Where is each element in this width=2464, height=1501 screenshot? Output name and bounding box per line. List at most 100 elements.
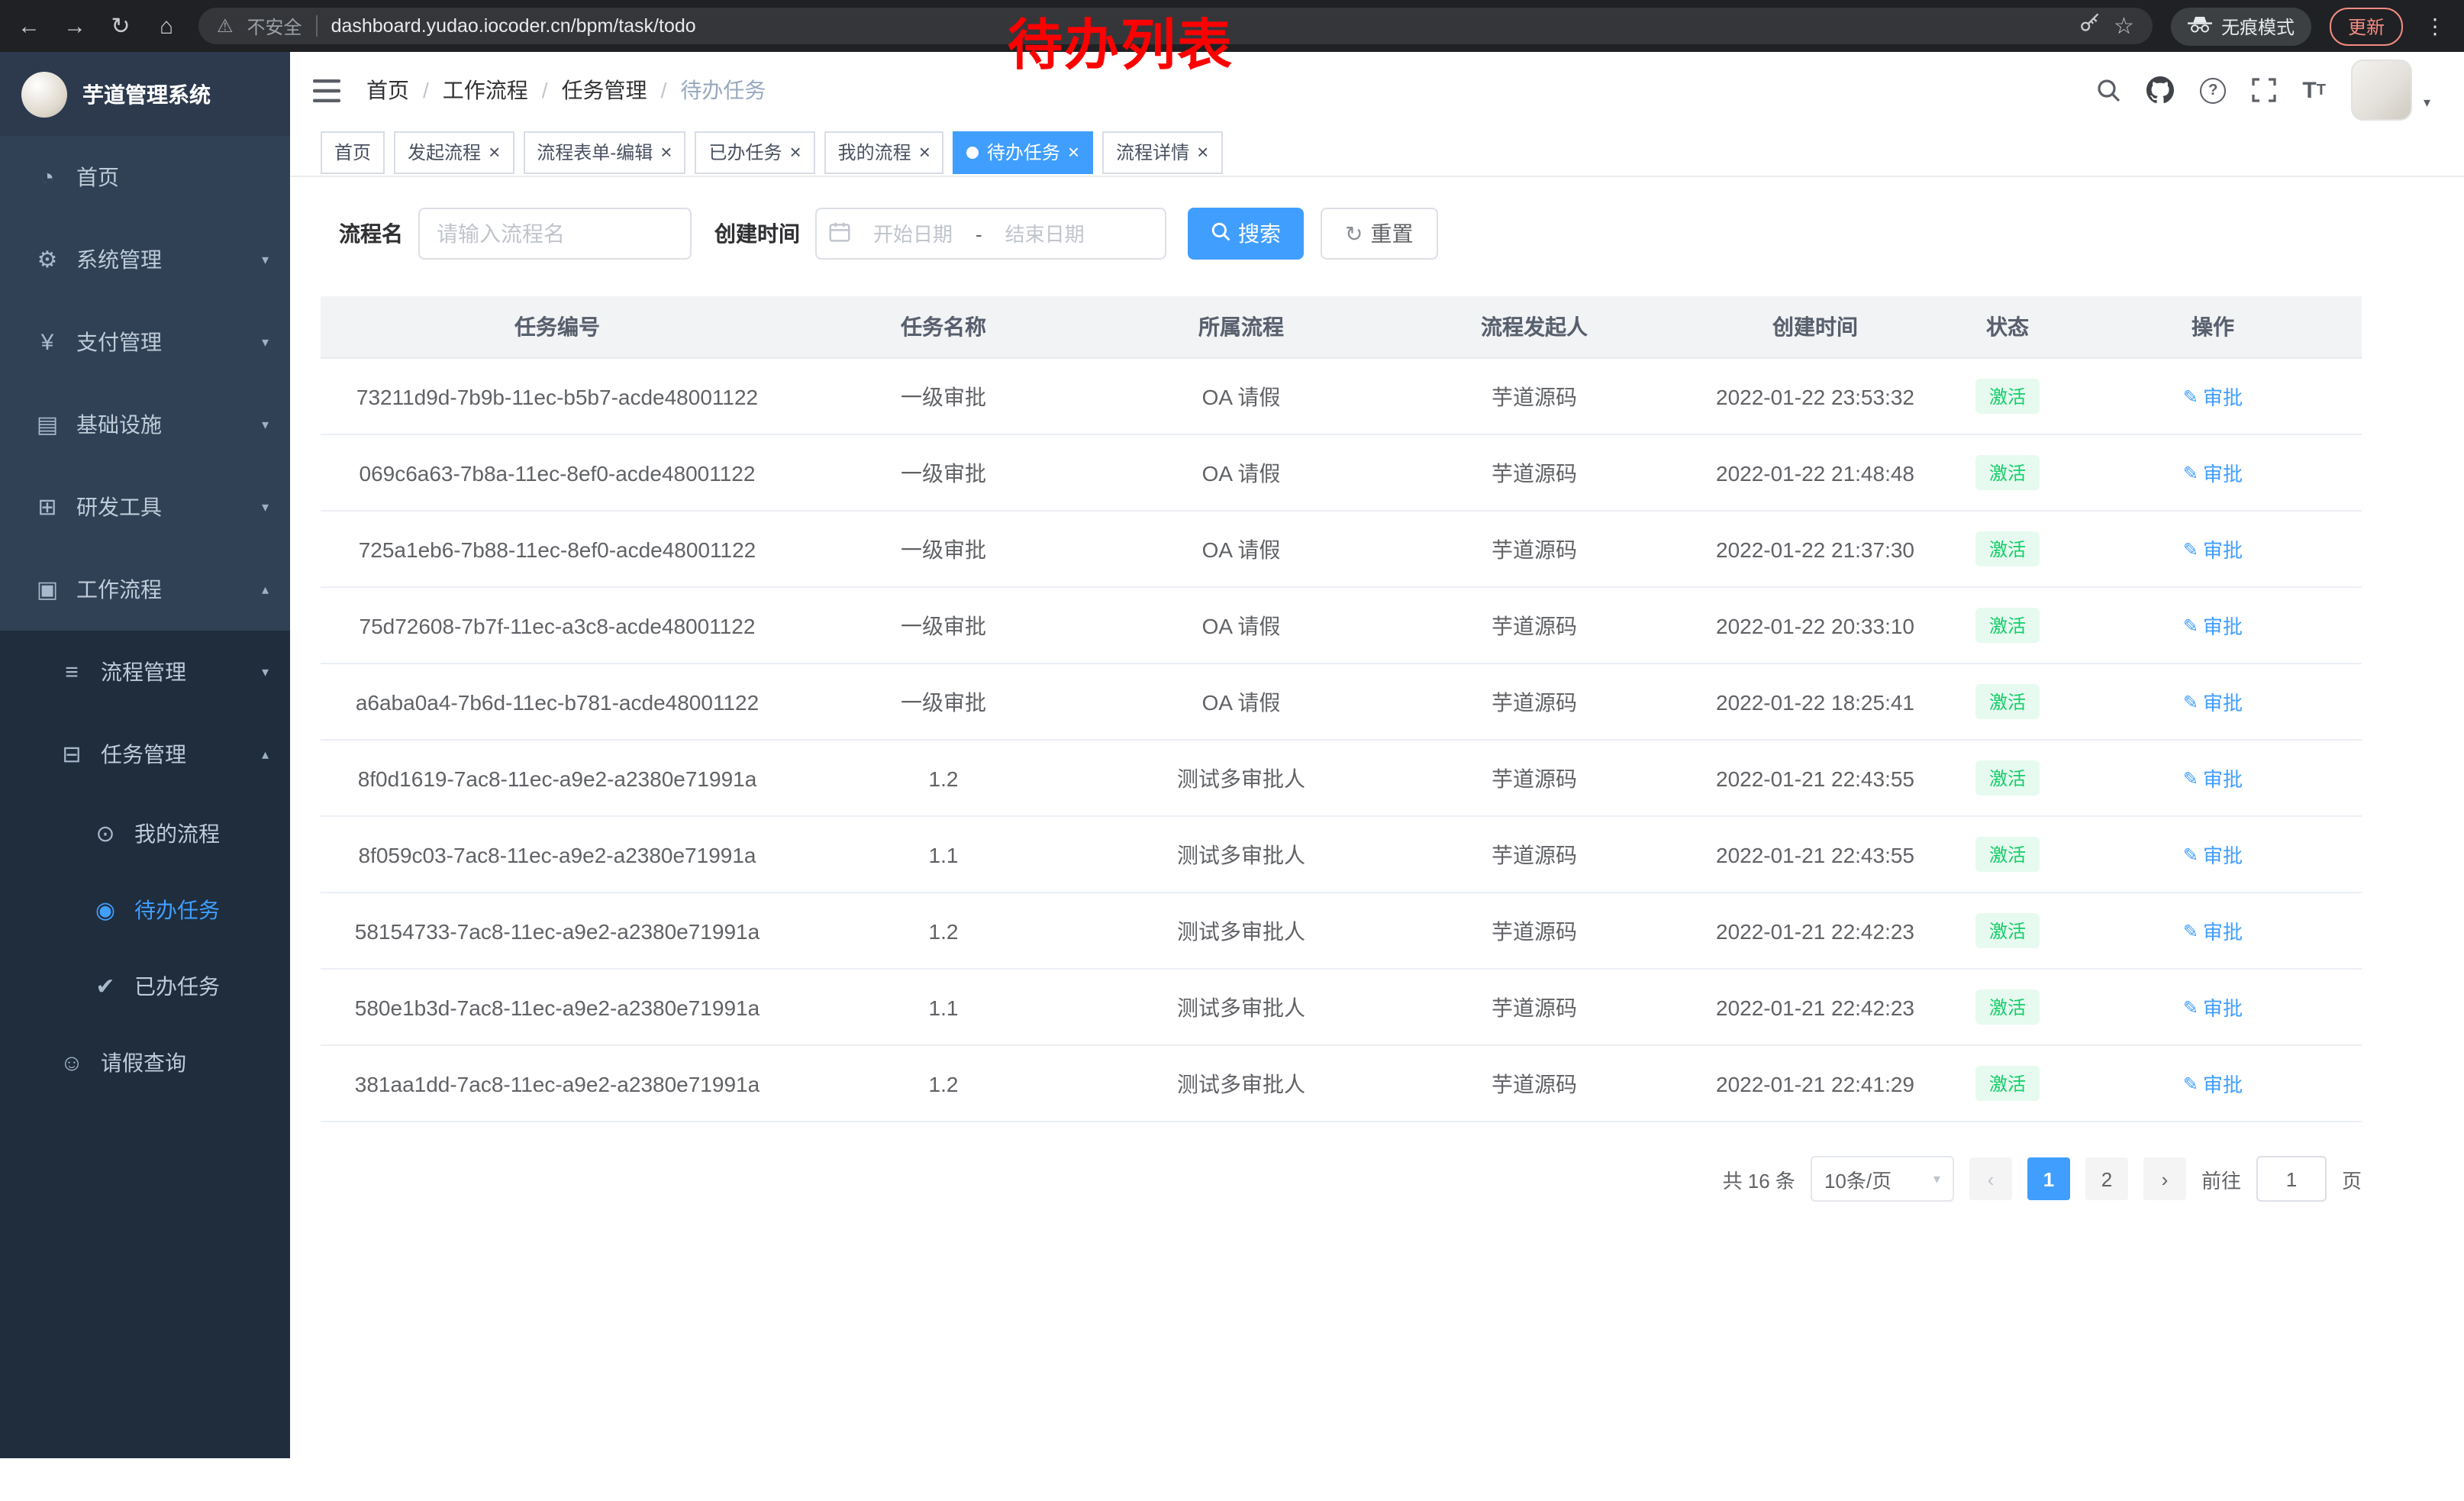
- action-cell: ✎审批: [2064, 663, 2362, 740]
- home-icon[interactable]: ⌂: [153, 13, 180, 39]
- sidebar-item-my-process[interactable]: ⊙ 我的流程: [0, 796, 290, 872]
- tab-todo-tasks[interactable]: 待办任务 ×: [953, 131, 1093, 173]
- sidebar-item-devtools[interactable]: ⊞ 研发工具 ▾: [0, 466, 290, 548]
- reset-button[interactable]: ↻ 重置: [1321, 208, 1437, 260]
- action-cell: ✎审批: [2064, 816, 2362, 893]
- status-badge: 激活: [1975, 837, 2040, 872]
- edit-icon: ✎: [2183, 462, 2198, 483]
- back-icon[interactable]: ←: [15, 13, 43, 39]
- tab-close-icon[interactable]: ×: [489, 142, 500, 162]
- help-icon[interactable]: ?: [2200, 77, 2226, 103]
- task-name-cell: 一级审批: [794, 358, 1093, 434]
- refresh-icon[interactable]: ↻: [107, 12, 134, 40]
- hamburger-icon[interactable]: [313, 79, 340, 102]
- chevron-down-icon: ▾: [1933, 1170, 1940, 1187]
- tab-start-process[interactable]: 发起流程 ×: [394, 131, 514, 173]
- approve-link[interactable]: ✎审批: [2183, 458, 2243, 487]
- table-row: 580e1b3d-7ac8-11ec-a9e2-a2380e71991a 1.1…: [321, 969, 2362, 1045]
- status-cell: 激活: [1951, 511, 2064, 587]
- prev-page-button[interactable]: ‹: [1969, 1157, 2012, 1200]
- search-icon[interactable]: [2096, 78, 2121, 102]
- chevron-up-icon: ▴: [262, 746, 269, 763]
- sidebar-item-done-tasks[interactable]: ✔ 已办任务: [0, 948, 290, 1025]
- tab-close-icon[interactable]: ×: [1197, 142, 1208, 162]
- sidebar-item-home[interactable]: ◔ 首页: [0, 136, 290, 218]
- caret-down-icon[interactable]: ▾: [2424, 95, 2430, 111]
- date-range-separator: -: [976, 222, 982, 245]
- sidebar-item-payment[interactable]: ¥ 支付管理 ▾: [0, 301, 290, 383]
- approve-link[interactable]: ✎审批: [2183, 1069, 2243, 1098]
- tab-close-icon[interactable]: ×: [919, 142, 930, 162]
- browser-menu-icon[interactable]: ⋮: [2421, 13, 2449, 39]
- sidebar-item-infra[interactable]: ▤ 基础设施 ▾: [0, 383, 290, 466]
- avatar[interactable]: [2352, 60, 2413, 121]
- url-text[interactable]: dashboard.yudao.iocoder.cn/bpm/task/todo: [331, 15, 696, 37]
- approve-link[interactable]: ✎审批: [2183, 993, 2243, 1022]
- process-cell: OA 请假: [1093, 434, 1389, 511]
- fullscreen-icon[interactable]: [2252, 78, 2276, 102]
- task-name-cell: 1.2: [794, 1045, 1093, 1122]
- sidebar: 芋道管理系统 ◔ 首页 ⚙ 系统管理 ▾ ¥ 支付管理 ▾ ▤ 基础设施 ▾ ⊞…: [0, 52, 290, 1458]
- col-task-id: 任务编号: [321, 296, 794, 358]
- page-button-1[interactable]: 1: [2027, 1157, 2070, 1200]
- approve-link[interactable]: ✎审批: [2183, 534, 2243, 563]
- start-date-input[interactable]: [853, 221, 972, 247]
- tab-process-detail[interactable]: 流程详情 ×: [1102, 131, 1222, 173]
- approve-link[interactable]: ✎审批: [2183, 687, 2243, 716]
- breadcrumb-home[interactable]: 首页: [366, 75, 409, 105]
- breadcrumb-task-mgmt[interactable]: 任务管理: [562, 75, 647, 105]
- approve-link[interactable]: ✎审批: [2183, 840, 2243, 869]
- dashboard-icon: ◔: [31, 164, 64, 190]
- approve-link[interactable]: ✎审批: [2183, 763, 2243, 792]
- key-icon[interactable]: [2079, 12, 2100, 40]
- table-row: 725a1eb6-7b88-11ec-8ef0-acde48001122 一级审…: [321, 511, 2362, 587]
- chevron-down-icon: ▾: [262, 663, 269, 680]
- incognito-icon: [2188, 15, 2212, 37]
- sidebar-item-process-mgmt[interactable]: ≡ 流程管理 ▾: [0, 631, 290, 713]
- sidebar-item-leave-query[interactable]: ☺ 请假查询: [0, 1025, 290, 1101]
- todo-task-table: 任务编号 任务名称 所属流程 流程发起人 创建时间 状态 操作 73211d9d…: [321, 296, 2362, 1122]
- sidebar-item-system[interactable]: ⚙ 系统管理 ▾: [0, 218, 290, 301]
- page-button-2[interactable]: 2: [2085, 1157, 2128, 1200]
- chat-icon: ⊙: [89, 820, 122, 847]
- created-cell: 2022-01-21 22:42:23: [1679, 893, 1951, 969]
- initiator-cell: 芋道源码: [1389, 511, 1679, 587]
- sidebar-item-workflow[interactable]: ▣ 工作流程 ▴: [0, 548, 290, 631]
- incognito-label: 无痕模式: [2221, 13, 2295, 39]
- sidebar-item-task-mgmt[interactable]: ⊟ 任务管理 ▴: [0, 713, 290, 796]
- update-button[interactable]: 更新: [2330, 7, 2403, 45]
- top-navbar: 首页 / 工作流程 / 任务管理 / 待办任务 ? TT ▾: [290, 52, 2464, 128]
- tab-my-process[interactable]: 我的流程 ×: [824, 131, 944, 173]
- approve-link[interactable]: ✎审批: [2183, 916, 2243, 945]
- font-size-icon[interactable]: TT: [2302, 77, 2326, 103]
- search-button[interactable]: 搜索: [1188, 208, 1304, 260]
- tab-close-icon[interactable]: ×: [660, 142, 672, 162]
- approve-link[interactable]: ✎审批: [2183, 611, 2243, 640]
- tab-close-icon[interactable]: ×: [1068, 142, 1079, 162]
- end-date-input[interactable]: [985, 221, 1105, 247]
- tab-home[interactable]: 首页: [321, 131, 385, 173]
- github-icon[interactable]: [2146, 76, 2174, 104]
- next-page-button[interactable]: ›: [2143, 1157, 2186, 1200]
- user-icon: ☺: [55, 1050, 89, 1076]
- tab-close-icon[interactable]: ×: [789, 142, 801, 162]
- sidebar-item-todo-tasks[interactable]: ◉ 待办任务: [0, 872, 290, 948]
- task-name-cell: 一级审批: [794, 511, 1093, 587]
- goto-page-input[interactable]: [2256, 1156, 2327, 1202]
- tab-done-tasks[interactable]: 已办任务 ×: [695, 131, 814, 173]
- app-logo[interactable]: 芋道管理系统: [0, 52, 290, 136]
- approve-link[interactable]: ✎审批: [2183, 382, 2243, 411]
- process-cell: OA 请假: [1093, 511, 1389, 587]
- tags-view: 首页 发起流程 × 流程表单-编辑 × 已办任务 × 我的流程 × 待办任务 ×…: [290, 128, 2464, 177]
- process-name-input[interactable]: [418, 208, 692, 260]
- main-content: 流程名 创建时间 - 搜索 ↻ 重置: [290, 177, 2464, 1202]
- bookmark-star-icon[interactable]: ☆: [2114, 12, 2134, 40]
- page-size-select[interactable]: 10条/页 ▾: [1811, 1156, 1954, 1202]
- tab-form-edit[interactable]: 流程表单-编辑 ×: [523, 131, 685, 173]
- date-range-picker[interactable]: -: [815, 208, 1166, 260]
- filter-bar: 流程名 创建时间 - 搜索 ↻ 重置: [339, 208, 2464, 260]
- forward-icon[interactable]: →: [61, 13, 89, 39]
- created-cell: 2022-01-21 22:43:55: [1679, 740, 1951, 816]
- col-process: 所属流程: [1093, 296, 1389, 358]
- breadcrumb-workflow[interactable]: 工作流程: [443, 75, 528, 105]
